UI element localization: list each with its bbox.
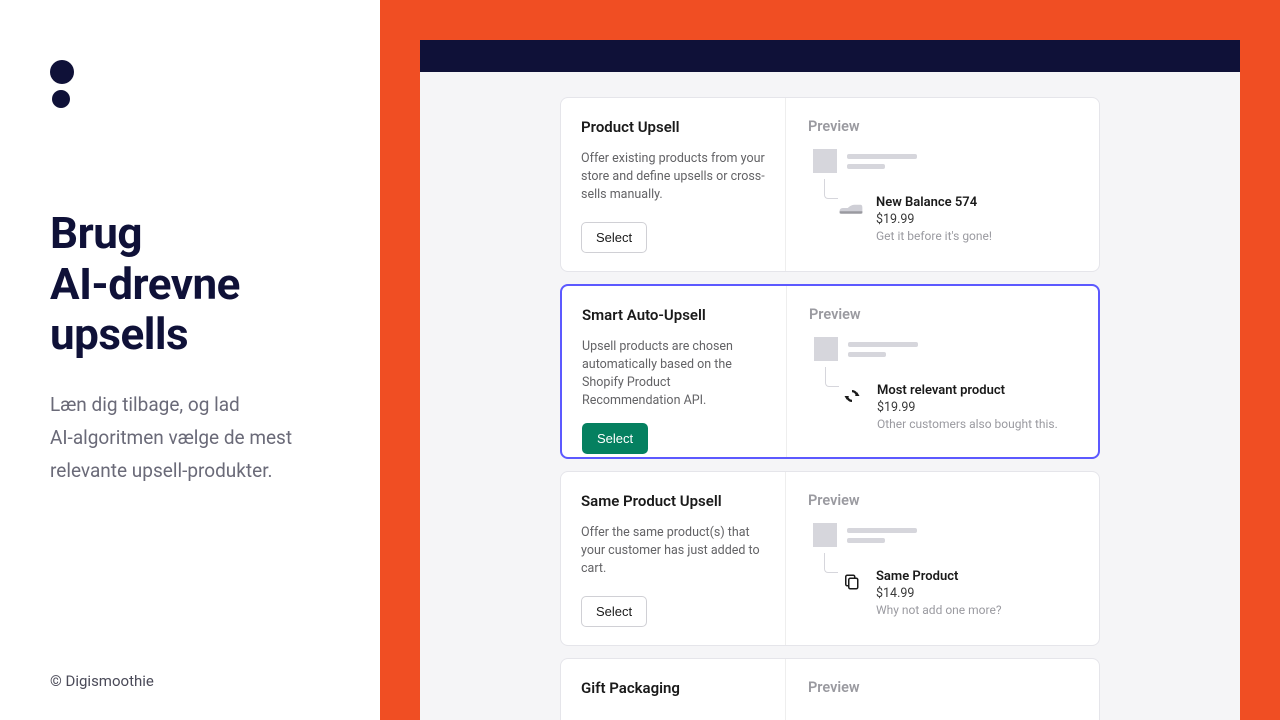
tree-connector <box>824 553 838 573</box>
app-frame: Product Upsell Offer existing products f… <box>420 40 1240 720</box>
preview-label: Preview <box>808 118 1079 135</box>
placeholder-line <box>847 154 917 159</box>
card-left: Same Product Upsell Offer the same produ… <box>561 472 786 645</box>
upsell-card-product[interactable]: Product Upsell Offer existing products f… <box>560 97 1100 272</box>
card-title: Same Product Upsell <box>581 492 765 510</box>
card-title: Smart Auto-Upsell <box>582 306 766 324</box>
sub-line: Læn dig tilbage, og lad <box>50 393 240 416</box>
right-panel: Product Upsell Offer existing products f… <box>380 0 1280 720</box>
placeholder-line <box>847 528 917 533</box>
sub-line: relevante upsell-produkter. <box>50 459 273 482</box>
shoe-icon <box>838 195 864 221</box>
placeholder-lines <box>847 528 917 543</box>
upsell-card-same[interactable]: Same Product Upsell Offer the same produ… <box>560 471 1100 646</box>
preview-tree: New Balance 574 $19.99 Get it before it'… <box>808 149 1079 243</box>
sync-icon <box>839 383 865 409</box>
product-info: New Balance 574 $19.99 Get it before it'… <box>876 195 992 243</box>
placeholder-thumb <box>814 337 838 361</box>
preview-label: Preview <box>809 306 1078 323</box>
copyright: © Digismoothie <box>50 672 154 690</box>
select-button[interactable]: Select <box>581 222 647 253</box>
placeholder-parent-row <box>814 337 1078 361</box>
upsell-card-gift[interactable]: Gift Packaging Preview <box>560 658 1100 720</box>
topbar <box>420 40 1240 72</box>
placeholder-parent-row <box>813 149 1079 173</box>
card-list: Product Upsell Offer existing products f… <box>420 72 1240 720</box>
card-desc: Offer existing products from your store … <box>581 150 765 210</box>
placeholder-line <box>847 538 885 543</box>
card-preview: Preview <box>787 286 1098 457</box>
product-name: Most relevant product <box>877 383 1058 398</box>
product-hint: Other customers also bought this. <box>877 417 1058 431</box>
logo-dot-large <box>50 60 74 84</box>
card-preview: Preview <box>786 472 1099 645</box>
product-name: Same Product <box>876 569 1002 584</box>
card-left: Product Upsell Offer existing products f… <box>561 98 786 271</box>
preview-product-row: Same Product $14.99 Why not add one more… <box>838 569 1079 617</box>
subheading: Læn dig tilbage, og lad AI-algoritmen væ… <box>50 388 330 488</box>
headline: Brug AI-drevne upsells <box>50 208 330 360</box>
card-desc: Offer the same product(s) that your cust… <box>581 524 765 584</box>
preview-label: Preview <box>808 492 1079 509</box>
tree-connector <box>824 179 838 199</box>
headline-line: AI-drevne <box>50 258 240 310</box>
placeholder-line <box>847 164 885 169</box>
tree-connector <box>825 367 839 387</box>
product-info: Same Product $14.99 Why not add one more… <box>876 569 1002 617</box>
product-hint: Why not add one more? <box>876 603 1002 617</box>
card-title: Gift Packaging <box>581 679 765 697</box>
preview-product-row: Most relevant product $19.99 Other custo… <box>839 383 1078 431</box>
card-title: Product Upsell <box>581 118 765 136</box>
select-button[interactable]: Select <box>582 423 648 454</box>
placeholder-line <box>848 352 886 357</box>
placeholder-thumb <box>813 149 837 173</box>
preview-tree: Most relevant product $19.99 Other custo… <box>809 337 1078 431</box>
product-hint: Get it before it's gone! <box>876 229 992 243</box>
select-button[interactable]: Select <box>581 596 647 627</box>
preview-tree: Same Product $14.99 Why not add one more… <box>808 523 1079 617</box>
placeholder-line <box>848 342 918 347</box>
sub-line: AI-algoritmen vælge de mest <box>50 426 292 449</box>
headline-line: Brug <box>50 207 142 259</box>
product-info: Most relevant product $19.99 Other custo… <box>877 383 1058 431</box>
product-price: $14.99 <box>876 586 1002 601</box>
placeholder-lines <box>847 154 917 169</box>
upsell-card-smart[interactable]: Smart Auto-Upsell Upsell products are ch… <box>560 284 1100 459</box>
logo-dot-small <box>52 90 70 108</box>
card-preview: Preview <box>786 659 1099 720</box>
product-price: $19.99 <box>876 212 992 227</box>
card-left: Gift Packaging <box>561 659 786 720</box>
card-preview: Preview <box>786 98 1099 271</box>
card-desc: Upsell products are chosen automatically… <box>582 338 766 411</box>
product-name: New Balance 574 <box>876 195 992 210</box>
card-left: Smart Auto-Upsell Upsell products are ch… <box>562 286 787 457</box>
placeholder-parent-row <box>813 523 1079 547</box>
product-price: $19.99 <box>877 400 1058 415</box>
placeholder-lines <box>848 342 918 357</box>
copy-icon <box>838 569 864 595</box>
headline-line: upsells <box>50 308 188 360</box>
preview-product-row: New Balance 574 $19.99 Get it before it'… <box>838 195 1079 243</box>
left-panel: Brug AI-drevne upsells Læn dig tilbage, … <box>0 0 380 720</box>
placeholder-thumb <box>813 523 837 547</box>
preview-label: Preview <box>808 679 1079 696</box>
logo <box>50 60 330 108</box>
